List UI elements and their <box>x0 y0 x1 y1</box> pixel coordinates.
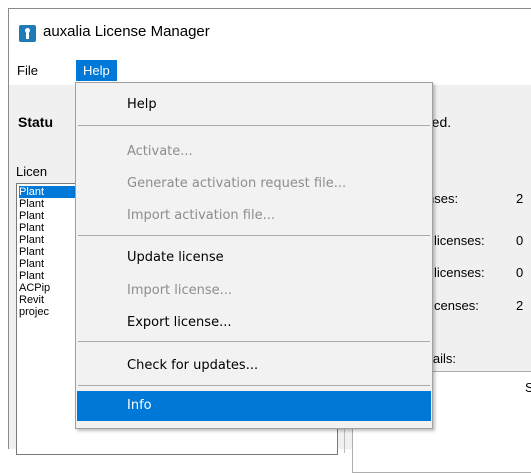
key-icon <box>19 25 36 42</box>
menu-item-info[interactable]: Info <box>77 391 431 421</box>
window-title: auxalia License Manager <box>43 23 210 40</box>
stat-label-4: censes: <box>434 298 479 313</box>
list-item[interactable]: Plant <box>19 210 44 222</box>
list-item[interactable]: Plant <box>19 222 44 234</box>
status-label: Statu <box>18 114 53 130</box>
menu-separator <box>78 385 430 386</box>
menu-help[interactable]: Help <box>76 60 117 81</box>
list-item[interactable]: Plant <box>19 270 44 282</box>
list-item[interactable]: Plant <box>19 246 44 258</box>
menu-file[interactable]: File <box>10 60 45 81</box>
stat-value-3: 0 <box>516 265 524 280</box>
stat-value-total: 2 <box>516 191 524 206</box>
stat-label-2: licenses: <box>434 233 485 248</box>
list-item[interactable]: Plant <box>19 198 44 210</box>
menu-item-export-license[interactable]: Export license... <box>77 308 431 338</box>
list-item[interactable]: ACPip <box>19 282 50 294</box>
list-item[interactable]: Plant <box>19 234 44 246</box>
stat-value-4: 2 <box>516 298 524 313</box>
menu-item-update-license[interactable]: Update license <box>77 243 431 273</box>
list-item[interactable]: Plant <box>19 258 44 270</box>
menu-item-help[interactable]: Help <box>77 90 431 120</box>
menu-separator <box>78 341 430 342</box>
licenses-label: Licen <box>16 164 48 179</box>
menu-item-import-license[interactable]: Import license... <box>77 276 431 306</box>
details-column-header[interactable]: S <box>525 380 531 395</box>
menu-bar: File Help <box>9 56 531 85</box>
menu-item-import-activation-file[interactable]: Import activation file... <box>77 201 431 231</box>
title-bar[interactable]: auxalia License Manager <box>9 9 531 56</box>
menu-separator <box>78 125 430 126</box>
help-menu-dropdown: Help Activate... Generate activation req… <box>75 82 433 429</box>
list-item[interactable]: projec <box>19 306 49 318</box>
menu-item-check-for-updates[interactable]: Check for updates... <box>77 351 431 381</box>
menu-item-activate[interactable]: Activate... <box>77 137 431 167</box>
stat-value-2: 0 <box>516 233 524 248</box>
menu-item-generate-activation-request[interactable]: Generate activation request file... <box>77 169 431 199</box>
stat-label-3: licenses: <box>434 265 485 280</box>
list-item[interactable]: Revit <box>19 294 44 306</box>
menu-separator <box>78 235 430 236</box>
